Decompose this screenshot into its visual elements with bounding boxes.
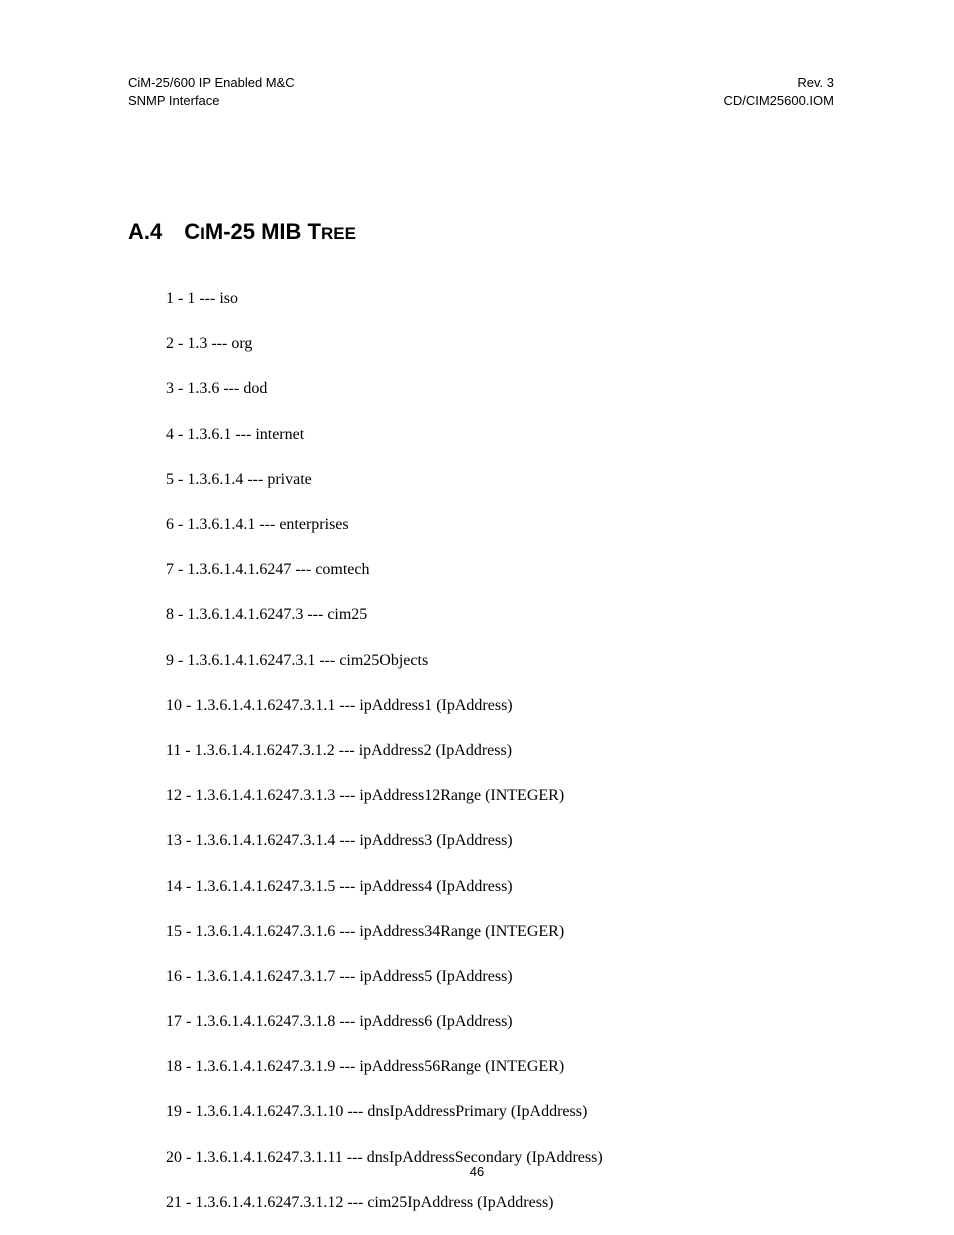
mib-tree-list: 1 - 1 --- iso 2 - 1.3 --- org 3 - 1.3.6 … bbox=[166, 289, 834, 1212]
tree-item: 2 - 1.3 --- org bbox=[166, 334, 834, 353]
heading-text-c1: C bbox=[184, 219, 200, 244]
header-right-line2: CD/CIM25600.IOM bbox=[723, 92, 834, 110]
tree-item: 19 - 1.3.6.1.4.1.6247.3.1.10 --- dnsIpAd… bbox=[166, 1102, 834, 1121]
heading-text-sc2: REE bbox=[321, 224, 356, 243]
tree-item: 21 - 1.3.6.1.4.1.6247.3.1.12 --- cim25Ip… bbox=[166, 1193, 834, 1212]
header-right: Rev. 3 CD/CIM25600.IOM bbox=[723, 74, 834, 109]
tree-item: 8 - 1.3.6.1.4.1.6247.3 --- cim25 bbox=[166, 605, 834, 624]
tree-item: 13 - 1.3.6.1.4.1.6247.3.1.4 --- ipAddres… bbox=[166, 831, 834, 850]
tree-item: 4 - 1.3.6.1 --- internet bbox=[166, 425, 834, 444]
header-left-line2: SNMP Interface bbox=[128, 92, 295, 110]
header-left: CiM-25/600 IP Enabled M&C SNMP Interface bbox=[128, 74, 295, 109]
tree-item: 18 - 1.3.6.1.4.1.6247.3.1.9 --- ipAddres… bbox=[166, 1057, 834, 1076]
header-right-line1: Rev. 3 bbox=[723, 74, 834, 92]
tree-item: 16 - 1.3.6.1.4.1.6247.3.1.7 --- ipAddres… bbox=[166, 967, 834, 986]
section-heading: A.4CIM-25 MIB TREE bbox=[128, 219, 834, 245]
tree-item: 11 - 1.3.6.1.4.1.6247.3.1.2 --- ipAddres… bbox=[166, 741, 834, 760]
tree-item: 7 - 1.3.6.1.4.1.6247 --- comtech bbox=[166, 560, 834, 579]
tree-item: 14 - 1.3.6.1.4.1.6247.3.1.5 --- ipAddres… bbox=[166, 877, 834, 896]
tree-item: 3 - 1.3.6 --- dod bbox=[166, 379, 834, 398]
tree-item: 6 - 1.3.6.1.4.1 --- enterprises bbox=[166, 515, 834, 534]
tree-item: 5 - 1.3.6.1.4 --- private bbox=[166, 470, 834, 489]
heading-number: A.4 bbox=[128, 219, 162, 245]
tree-item: 1 - 1 --- iso bbox=[166, 289, 834, 308]
tree-item: 10 - 1.3.6.1.4.1.6247.3.1.1 --- ipAddres… bbox=[166, 696, 834, 715]
document-page: CiM-25/600 IP Enabled M&C SNMP Interface… bbox=[0, 0, 954, 1235]
tree-item: 17 - 1.3.6.1.4.1.6247.3.1.8 --- ipAddres… bbox=[166, 1012, 834, 1031]
tree-item: 9 - 1.3.6.1.4.1.6247.3.1 --- cim25Object… bbox=[166, 651, 834, 670]
tree-item: 12 - 1.3.6.1.4.1.6247.3.1.3 --- ipAddres… bbox=[166, 786, 834, 805]
page-header: CiM-25/600 IP Enabled M&C SNMP Interface… bbox=[128, 74, 834, 109]
tree-item: 15 - 1.3.6.1.4.1.6247.3.1.6 --- ipAddres… bbox=[166, 922, 834, 941]
heading-text-c2: M-25 MIB T bbox=[205, 219, 321, 244]
header-left-line1: CiM-25/600 IP Enabled M&C bbox=[128, 74, 295, 92]
page-number: 46 bbox=[0, 1164, 954, 1179]
